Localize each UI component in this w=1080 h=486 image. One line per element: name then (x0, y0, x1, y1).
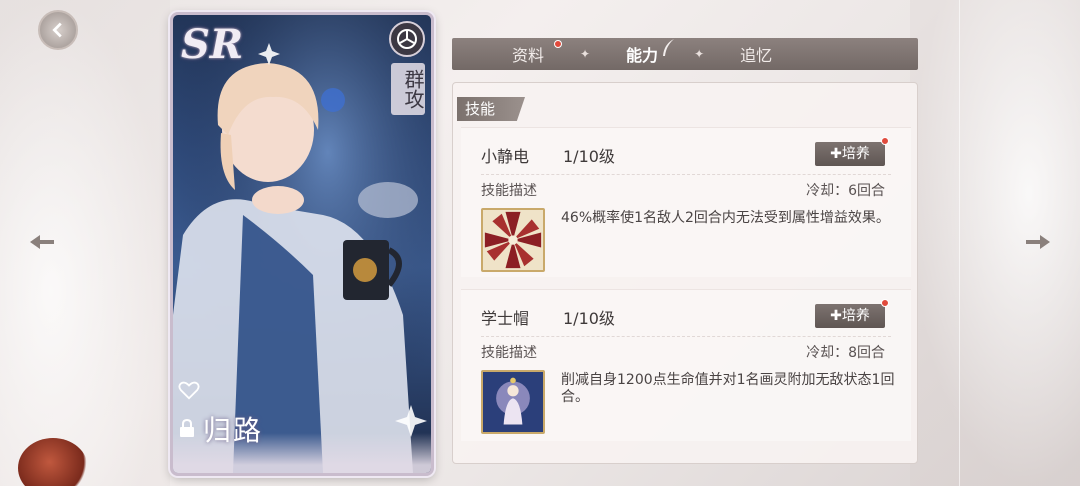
next-card-button[interactable] (1024, 231, 1052, 253)
character-name: 归路 (203, 414, 264, 447)
notification-dot (881, 299, 889, 307)
background-right (910, 0, 1080, 486)
train-button[interactable]: ✚培养 (815, 299, 889, 328)
skill-name: 小静电 (481, 147, 530, 166)
divider (481, 174, 891, 175)
tab-memory[interactable]: 追忆 (704, 42, 808, 66)
skill-header: 小静电 1/10级 ✚培养 (481, 137, 891, 168)
tab-separator: ✦ (580, 47, 591, 61)
previous-card-button[interactable] (28, 231, 56, 253)
notification-dot (881, 137, 889, 145)
skill-panel: 技能 小静电 1/10级 ✚培养 技能描述 冷却：6回合 46%概率使1名敌人2… (452, 82, 918, 464)
skill-header: 学士帽 1/10级 ✚培养 (481, 299, 891, 330)
tab-profile[interactable]: 资料 (476, 40, 580, 66)
lock-icon[interactable] (176, 417, 198, 439)
rarity-label: SR (181, 21, 244, 68)
target-type-label: 群攻 (391, 63, 425, 115)
skill-card: 学士帽 1/10级 ✚培养 技能描述 冷却：8回合 削减自身1200点生命值并对… (461, 289, 911, 441)
skill-level: 1/10级 (563, 309, 615, 328)
background-left (0, 0, 170, 486)
divider (481, 336, 891, 337)
skill-level: 1/10级 (563, 147, 615, 166)
back-arrow-icon (52, 22, 62, 38)
train-label: 培养 (841, 146, 870, 162)
favorite-heart-icon[interactable] (176, 377, 202, 403)
train-label: 培养 (841, 308, 870, 324)
tab-ability[interactable]: 能力 (590, 39, 694, 66)
tab-label: 追忆 (740, 46, 773, 65)
tab-label: 能力 (626, 46, 659, 65)
plus-icon: ✚ (830, 146, 842, 162)
skill-cooldown: 冷却：6回合 (806, 183, 885, 199)
left-arrow-icon (30, 235, 54, 249)
decorative-line (959, 0, 960, 486)
plus-icon: ✚ (830, 308, 842, 324)
skill-description: 削减自身1200点生命值并对1名画灵附加无敌状态1回合。 (561, 372, 895, 405)
skill-name: 学士帽 (481, 309, 530, 328)
skill-cooldown: 冷却：8回合 (806, 345, 885, 361)
right-arrow-icon (1026, 235, 1050, 249)
quill-icon (663, 39, 675, 56)
panel-title: 技能 (457, 97, 526, 121)
detail-tabs: 资料 ✦ 能力 ✦ 追忆 (452, 38, 918, 70)
skill-description-label: 技能描述 (481, 183, 537, 199)
target-type-icon (389, 21, 425, 57)
train-button[interactable]: ✚培养 (815, 137, 889, 166)
tab-separator: ✦ (694, 47, 705, 61)
skill-description-label: 技能描述 (481, 345, 537, 361)
tab-label: 资料 (511, 46, 544, 65)
swirl-icon (481, 208, 545, 272)
skill-description: 46%概率使1名敌人2回合内无法受到属性增益效果。 (561, 210, 890, 226)
maiden-icon (481, 370, 545, 434)
notification-dot (554, 40, 562, 48)
character-card[interactable]: SR 群攻 归路 (170, 12, 434, 476)
skill-card: 小静电 1/10级 ✚培养 技能描述 冷却：6回合 46%概率使1名敌人2回合内… (461, 127, 911, 277)
back-button[interactable] (38, 10, 78, 50)
